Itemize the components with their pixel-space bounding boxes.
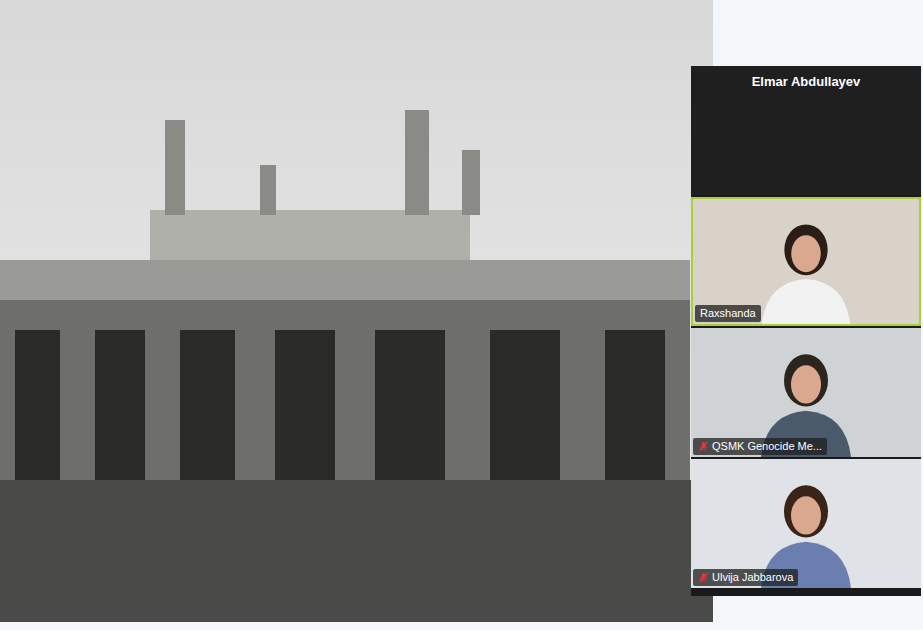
participant-tile[interactable]: QSMK Genocide Me... [691,328,921,457]
participant-label: Raxshanda [695,305,761,322]
participant-gallery: Elmar Abdullayev Raxshanda QSMK Genocide M… [691,66,921,596]
muted-microphone-icon [698,572,709,583]
meeting-window: Elmar Abdullayev Raxshanda QSMK Genocide M… [0,0,923,630]
muted-microphone-icon [698,441,709,452]
shared-screen [0,0,713,622]
participant-tile[interactable]: Elmar Abdullayev [691,66,921,195]
shared-photo [0,0,713,622]
participant-label: Ulvija Jabbarova [693,569,798,586]
participant-tile[interactable]: Ulvija Jabbarova [691,459,921,588]
participant-name: Elmar Abdullayev [752,74,861,90]
participant-label: QSMK Genocide Me... [693,438,827,455]
participant-tile[interactable]: Raxshanda [691,197,921,326]
